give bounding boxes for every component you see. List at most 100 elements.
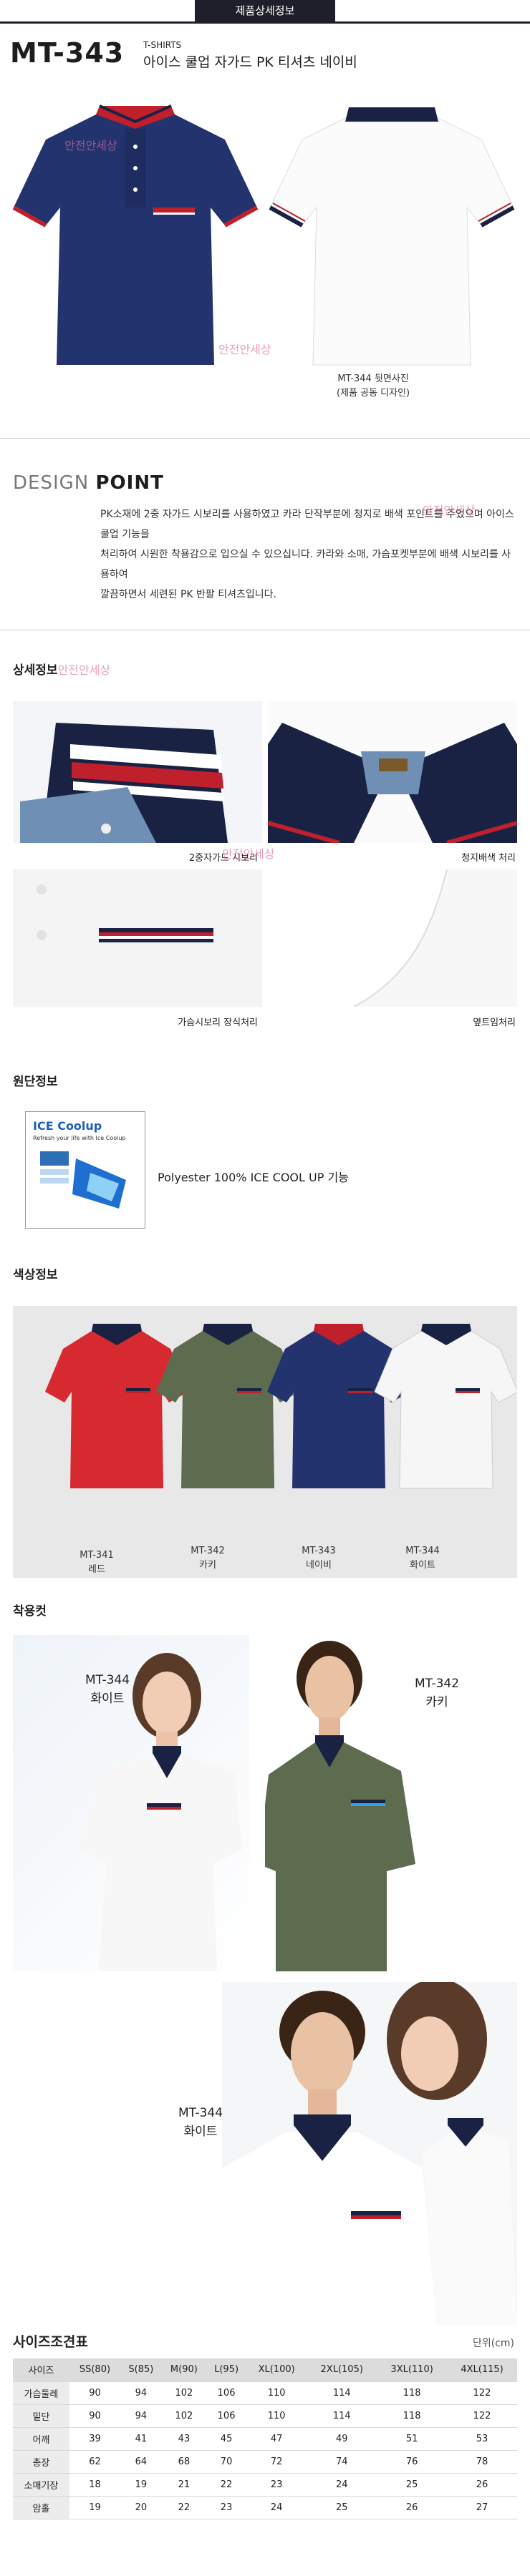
watermark: 안전안세상 — [218, 343, 271, 356]
color-name: 화이트 — [410, 1560, 435, 1571]
color-label: MT-343 네이비 — [283, 1544, 355, 1573]
wearing-code: MT-344 — [85, 1673, 130, 1687]
table-row: 총장 62 64 68 70 72 74 76 78 — [13, 2450, 517, 2474]
heading-bold: POINT — [95, 472, 164, 494]
size-cell: 62 — [69, 2450, 121, 2474]
size-cell: 122 — [447, 2404, 517, 2428]
header-divider — [0, 21, 530, 24]
row-label: 암홀 — [13, 2496, 69, 2519]
size-cell: 94 — [120, 2381, 162, 2405]
size-cell: 22 — [206, 2473, 247, 2497]
size-cell: 51 — [377, 2427, 448, 2451]
size-cell: 70 — [206, 2450, 247, 2474]
size-cell: 24 — [307, 2473, 377, 2497]
size-cell: 26 — [447, 2473, 517, 2497]
fabric-heading: 원단정보 — [13, 1075, 58, 1089]
size-cell: 45 — [206, 2427, 247, 2451]
detail-heading-text: 상세정보 — [13, 663, 58, 678]
size-cell: 21 — [161, 2473, 207, 2497]
size-cell: 122 — [447, 2381, 517, 2405]
size-column-header: S(85) — [120, 2358, 162, 2382]
size-cell: 110 — [246, 2404, 307, 2428]
hero-caption-line1: MT-344 뒷면사진 — [337, 374, 409, 384]
size-column-header: 2XL(105) — [307, 2358, 377, 2382]
wearing-code: MT-342 — [414, 1677, 460, 1691]
table-row: 소매기장 18 19 21 22 23 24 25 26 — [13, 2473, 517, 2497]
size-cell: 90 — [69, 2404, 121, 2428]
size-cell: 118 — [377, 2381, 448, 2405]
detail-photo-pocket — [13, 869, 262, 1007]
size-chart-table: 사이즈 SS(80) S(85) M(90) L(95) XL(100) 2XL(105) 3… — [13, 2358, 517, 2519]
size-cell: 25 — [307, 2496, 377, 2519]
size-cell: 68 — [161, 2450, 207, 2474]
wearing-photo-man — [265, 1635, 517, 1971]
logo-title: ICE Coolup — [33, 1119, 102, 1133]
size-cell: 39 — [69, 2427, 121, 2451]
tab-product-detail[interactable]: 제품상세정보 — [195, 0, 335, 21]
detail-heading: 상세정보안전안세상 — [13, 660, 110, 678]
detail-photo-collar-knit — [13, 701, 262, 843]
size-cell: 114 — [307, 2381, 377, 2405]
color-code: MT-343 — [302, 1546, 336, 1556]
row-label: 총장 — [13, 2450, 69, 2474]
wearing-name: 카키 — [425, 1695, 448, 1709]
size-cell: 114 — [307, 2404, 377, 2428]
row-label: 가슴둘레 — [13, 2381, 69, 2405]
table-row: 밑단 90 94 102 106 110 114 118 122 — [13, 2404, 517, 2428]
color-shirt-MT-343 — [267, 1324, 410, 1488]
size-cell: 24 — [246, 2496, 307, 2519]
wearing-label: MT-344 화이트 — [72, 1671, 143, 1708]
row-label: 어깨 — [13, 2427, 69, 2451]
size-cell: 19 — [69, 2496, 121, 2519]
wearing-name: 화이트 — [90, 1692, 125, 1706]
wearing-label: MT-344 화이트 — [165, 2104, 236, 2141]
table-row: 어깨 39 41 43 45 47 49 51 53 — [13, 2427, 517, 2451]
color-label: MT-342 카키 — [172, 1544, 244, 1573]
size-cell: 110 — [246, 2381, 307, 2405]
detail-caption: 청지배색 처리 — [461, 853, 516, 864]
watermark: 안전안세상 — [57, 663, 111, 677]
size-header-label: 사이즈 — [13, 2358, 69, 2382]
size-cell: 53 — [447, 2427, 517, 2451]
size-header-row: 사이즈 SS(80) S(85) M(90) L(95) XL(100) 2XL(105) 3… — [13, 2358, 517, 2382]
size-cell: 25 — [377, 2473, 448, 2497]
size-cell: 18 — [69, 2473, 121, 2497]
detail-caption: 옆트임처리 — [473, 1018, 516, 1028]
hero-caption-line2: (제품 공동 디자인) — [337, 388, 410, 399]
size-cell: 90 — [69, 2381, 121, 2405]
section-divider — [0, 438, 530, 439]
design-description: PK소재에 2중 자가드 시보리를 사용하였고 카라 단작부분에 청지로 배색 … — [100, 504, 516, 605]
size-cell: 26 — [377, 2496, 448, 2519]
detail-photo-side-slit — [268, 869, 517, 1007]
size-cell: 102 — [161, 2404, 207, 2428]
size-cell: 76 — [377, 2450, 448, 2474]
wearing-heading: 착용컷 — [13, 1604, 47, 1619]
color-label: MT-341 레드 — [61, 1548, 132, 1577]
product-category: T-SHIRTS — [143, 40, 182, 50]
size-cell: 19 — [120, 2473, 162, 2497]
color-code: MT-344 — [405, 1546, 440, 1556]
size-cell: 72 — [246, 2450, 307, 2474]
row-label: 소매기장 — [13, 2473, 69, 2497]
size-cell: 43 — [161, 2427, 207, 2451]
size-cell: 78 — [447, 2450, 517, 2474]
logo-subtitle: Refresh your life with Ice Coolup — [33, 1135, 126, 1141]
design-line: PK소재에 2중 자가드 시보리를 사용하였고 카라 단작부분에 청지로 배색 … — [100, 509, 514, 540]
colors-heading: 색상정보 — [13, 1268, 58, 1282]
size-cell: 23 — [246, 2473, 307, 2497]
color-name: 네이비 — [306, 1560, 332, 1571]
size-column-header: L(95) — [206, 2358, 247, 2382]
hero-shirt-front — [10, 100, 261, 372]
size-column-header: M(90) — [161, 2358, 207, 2382]
color-label: MT-344 화이트 — [387, 1544, 458, 1573]
design-line: 깔끔하면서 세련된 PK 반팔 티셔츠입니다. — [100, 589, 276, 600]
color-shirts — [45, 1324, 519, 1489]
watermark: 안전안세상 — [64, 139, 117, 152]
size-unit: 단위(cm) — [473, 2338, 515, 2349]
color-name: 카키 — [199, 1560, 216, 1571]
fabric-composition: Polyester 100% ICE COOL UP 기능 — [158, 1171, 349, 1184]
color-shirt-MT-344 — [374, 1324, 519, 1489]
hero-caption: MT-344 뒷면사진 (제품 공동 디자인) — [337, 372, 410, 401]
size-column-header: XL(100) — [246, 2358, 307, 2382]
row-label: 밑단 — [13, 2404, 69, 2428]
